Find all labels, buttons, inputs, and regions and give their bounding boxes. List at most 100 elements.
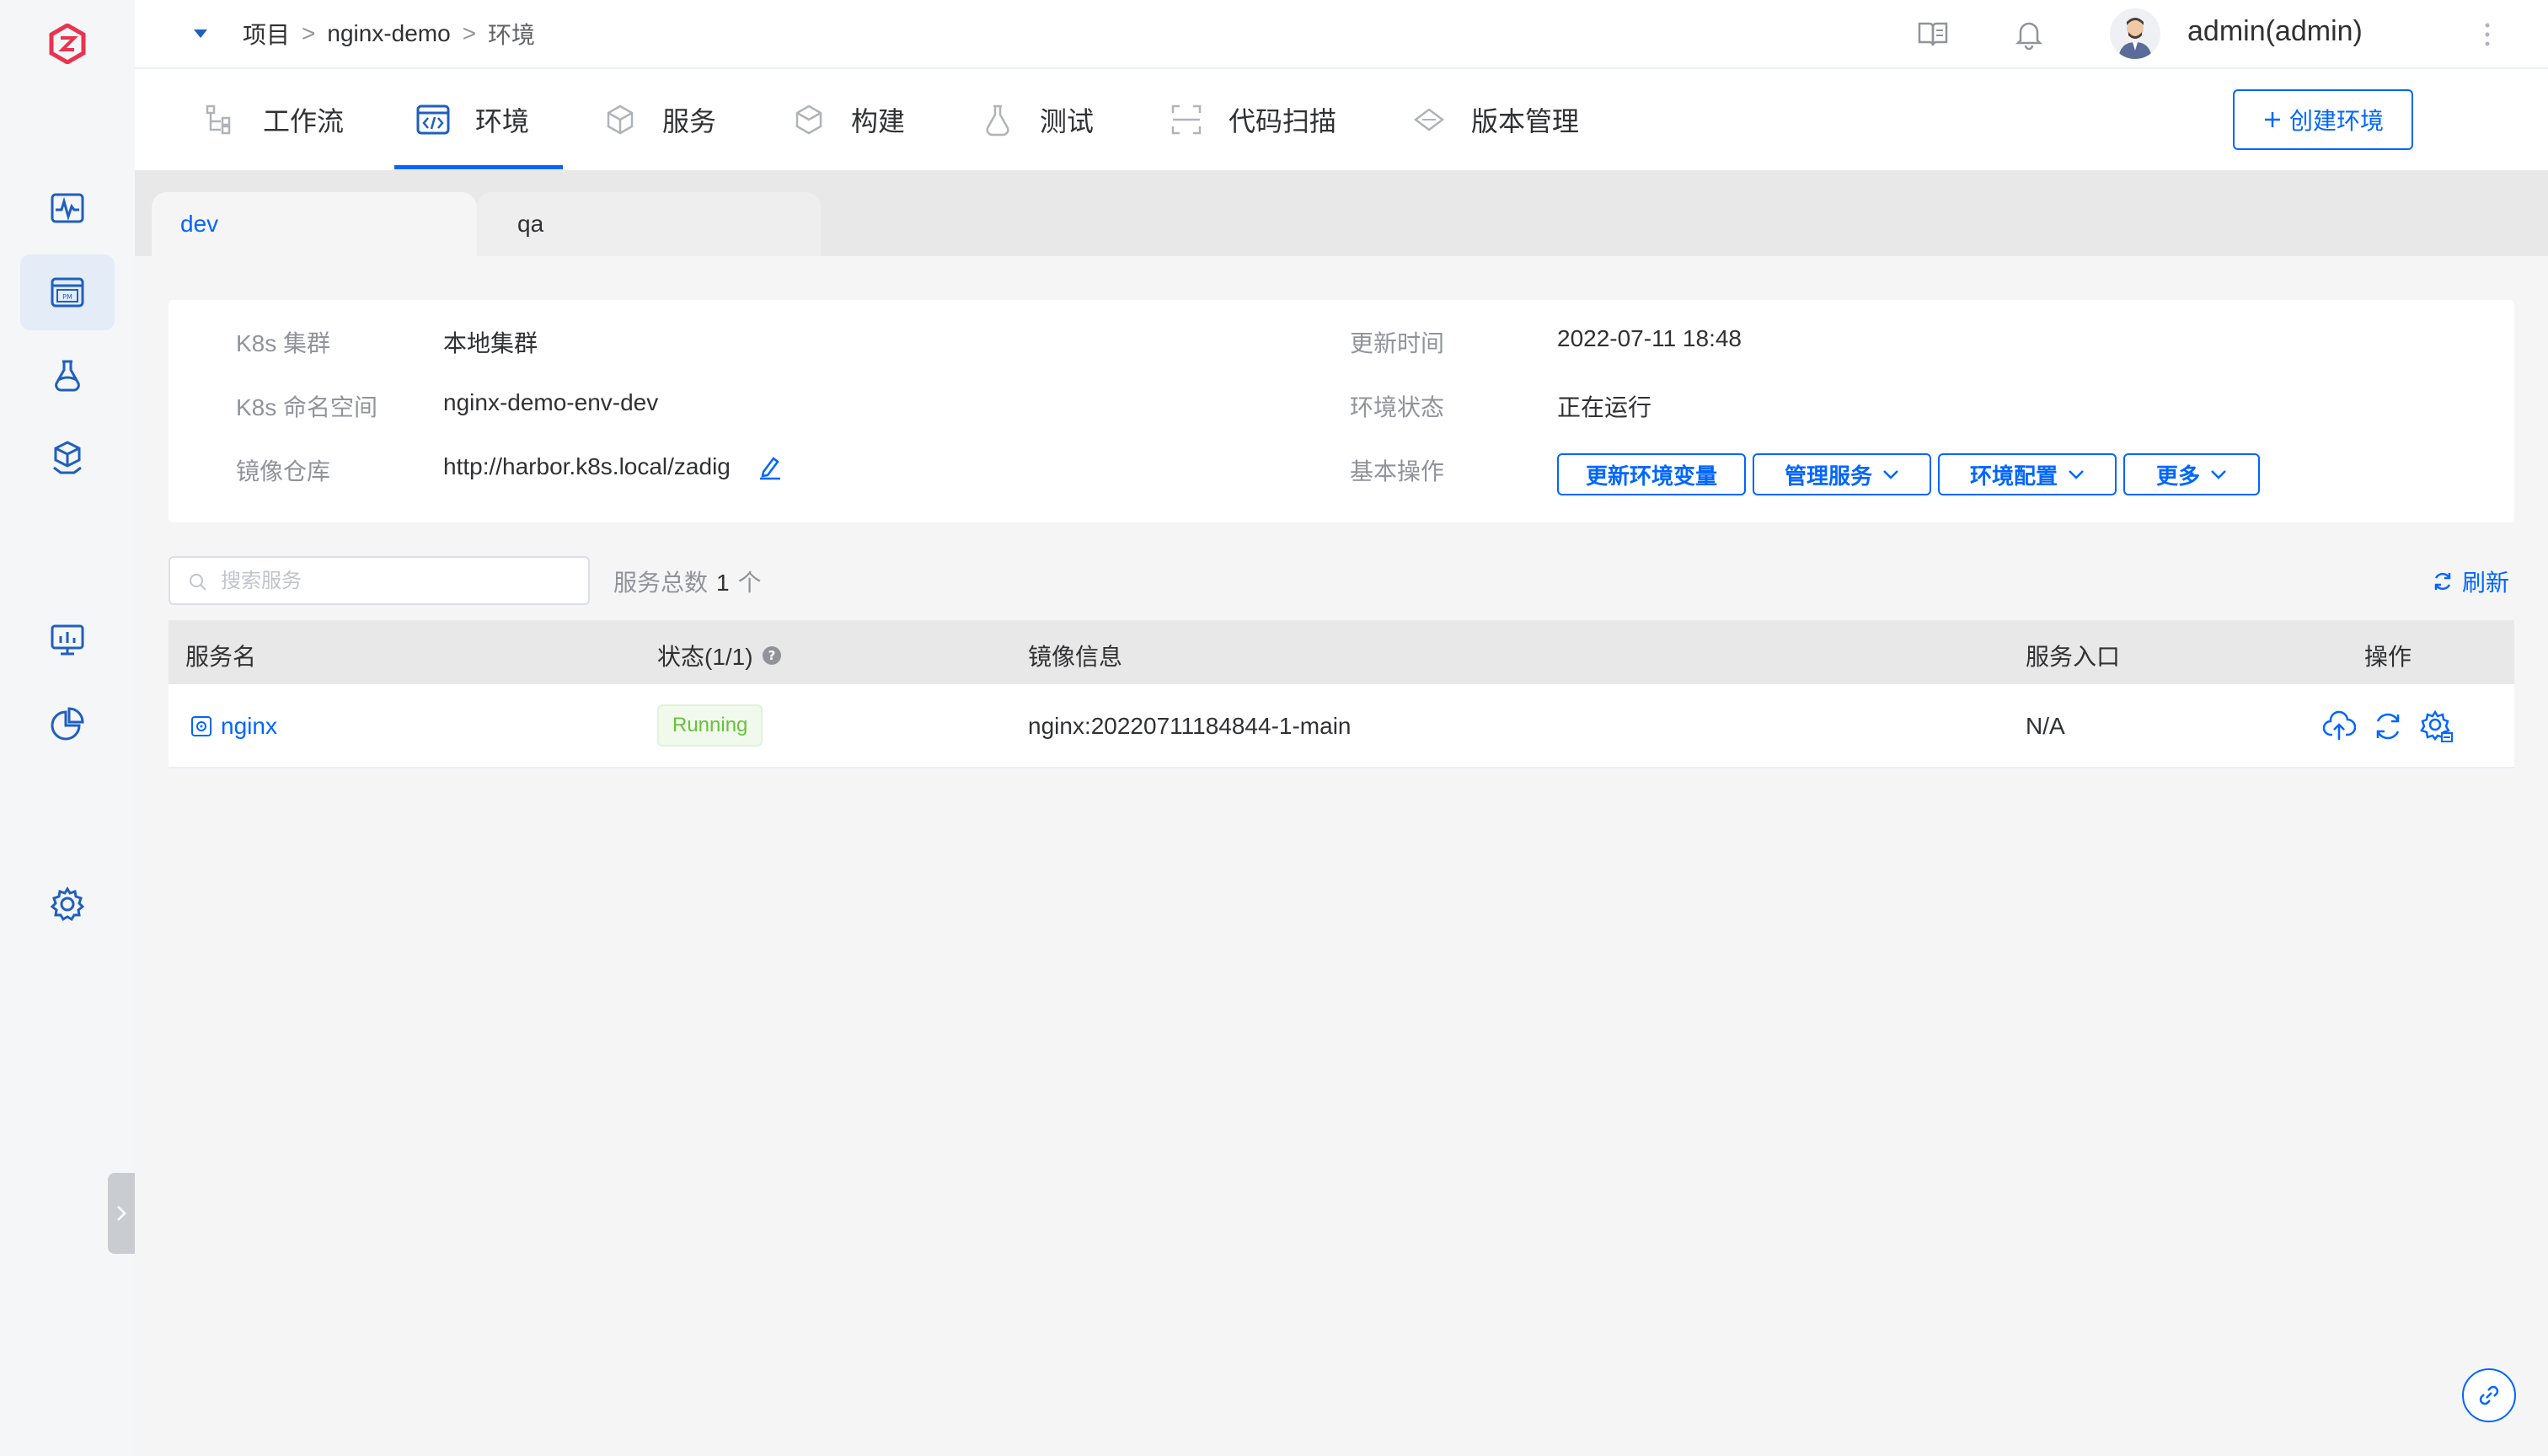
tab-label: 版本管理 — [1471, 106, 1580, 136]
top-header: 项目 > nginx-demo > 环境 admin(admin) — [135, 0, 2548, 69]
sidebar-item-insight[interactable] — [20, 602, 115, 677]
restart-icon[interactable] — [2371, 709, 2405, 743]
registry-value: http://harbor.k8s.local/zadig — [443, 453, 731, 479]
chevron-down-icon — [1882, 469, 1899, 479]
updated-label: 更新时间 — [1350, 330, 1445, 356]
breadcrumb-project[interactable]: nginx-demo — [327, 20, 450, 47]
more-vertical-icon[interactable] — [2481, 20, 2494, 49]
column-header-entry: 服务入口 — [2026, 644, 2121, 670]
docs-book-icon[interactable] — [1916, 17, 1950, 51]
cluster-label: K8s 集群 — [236, 330, 331, 356]
column-header-name: 服务名 — [185, 644, 257, 670]
plus-icon — [2262, 110, 2283, 130]
create-environment-label: 创建环境 — [2288, 108, 2384, 134]
package-hand-icon — [49, 439, 86, 476]
avatar[interactable] — [2110, 8, 2160, 59]
tab-label: 测试 — [1040, 106, 1095, 136]
column-header-image: 镜像信息 — [1028, 644, 1123, 670]
service-search — [169, 556, 590, 605]
refresh-label: 刷新 — [2462, 570, 2510, 596]
basic-ops-label: 基本操作 — [1350, 458, 1445, 484]
bell-icon[interactable] — [2012, 17, 2046, 51]
gear-icon — [49, 886, 86, 923]
service-entry: N/A — [2026, 713, 2065, 739]
dashboard-chart-icon — [49, 621, 86, 658]
flask-icon — [49, 356, 86, 393]
update-env-vars-label: 更新环境变量 — [1585, 463, 1717, 489]
tab-version[interactable]: 版本管理 — [1410, 69, 1579, 170]
column-header-status: 状态(1/1) ? — [657, 639, 782, 672]
tab-environment[interactable]: 环境 — [415, 69, 529, 170]
env-status-value: 正在运行 — [1557, 394, 1652, 420]
services-table: 服务名 状态(1/1) ? 镜像信息 服务入口 操作 nginx Running… — [169, 620, 2514, 768]
left-sidebar: PM — [0, 0, 135, 1456]
namespace-value: nginx-demo-env-dev — [443, 389, 659, 415]
project-nav: 工作流 环境 服务 构建 测试 代码扫描 版本管理 创建环境 — [135, 69, 2548, 170]
workflow-icon — [202, 101, 239, 138]
service-name-link[interactable]: nginx — [190, 713, 277, 740]
sidebar-item-testing[interactable] — [20, 337, 115, 413]
link-chain-icon — [2476, 1383, 2502, 1408]
caret-down-icon[interactable] — [190, 25, 211, 42]
cluster-value: 本地集群 — [443, 330, 538, 356]
cloud-upload-icon[interactable] — [2322, 709, 2356, 743]
tab-workflow[interactable]: 工作流 — [202, 69, 344, 170]
pie-chart-icon — [49, 705, 86, 742]
floating-link-button[interactable] — [2462, 1368, 2516, 1422]
version-diamond-icon — [1410, 101, 1448, 138]
env-config-dropdown[interactable]: 环境配置 — [1938, 453, 2117, 495]
updated-value: 2022-07-11 18:48 — [1557, 325, 1742, 351]
sidebar-item-delivery[interactable] — [20, 420, 115, 495]
service-count-unit: 个 — [737, 570, 762, 596]
table-header: 服务名 状态(1/1) ? 镜像信息 服务入口 操作 — [169, 620, 2514, 684]
breadcrumb-root[interactable]: 项目 — [243, 17, 290, 51]
help-question-icon[interactable]: ? — [762, 645, 782, 666]
tab-code-scan[interactable]: 代码扫描 — [1168, 69, 1336, 170]
environment-tabs: dev qa — [135, 170, 2548, 256]
sidebar-item-projects[interactable]: PM — [20, 254, 115, 330]
breadcrumb-separator: > — [302, 20, 316, 46]
sidebar-item-monitor[interactable] — [20, 170, 115, 246]
column-header-actions: 操作 — [2364, 644, 2412, 670]
service-settings-icon — [190, 715, 212, 737]
chevron-down-icon — [2068, 469, 2085, 479]
tab-service[interactable]: 服务 — [602, 69, 716, 170]
more-label: 更多 — [2155, 463, 2200, 489]
table-row: nginx Running nginx:20220711184844-1-mai… — [169, 684, 2514, 768]
tab-build[interactable]: 构建 — [790, 69, 905, 170]
sidebar-expand-toggle[interactable] — [108, 1173, 135, 1254]
service-name: nginx — [221, 713, 277, 739]
refresh-button[interactable]: 刷新 — [2432, 565, 2509, 598]
tab-test[interactable]: 测试 — [979, 69, 1094, 170]
service-count: 服务总数 1 个 — [613, 565, 762, 598]
search-input[interactable] — [221, 566, 575, 597]
sidebar-item-settings[interactable] — [20, 866, 115, 942]
refresh-icon — [2432, 570, 2454, 592]
status-badge: Running — [657, 704, 763, 747]
svg-text:?: ? — [768, 648, 775, 663]
active-tab-indicator — [394, 165, 563, 169]
svg-text:PM: PM — [62, 293, 72, 301]
chevron-down-icon — [2210, 469, 2227, 479]
create-environment-button[interactable]: 创建环境 — [2233, 89, 2413, 150]
update-env-vars-button[interactable]: 更新环境变量 — [1557, 453, 1746, 495]
more-dropdown[interactable]: 更多 — [2123, 453, 2260, 495]
tab-label: 代码扫描 — [1228, 106, 1337, 136]
namespace-label: K8s 命名空间 — [236, 394, 378, 420]
service-cube-icon — [602, 101, 639, 138]
env-tab-dev[interactable]: dev — [152, 192, 477, 256]
service-config-gear-icon[interactable] — [2420, 709, 2454, 743]
edit-pencil-icon[interactable] — [757, 453, 784, 480]
manage-services-dropdown[interactable]: 管理服务 — [1753, 453, 1931, 495]
sidebar-item-statistics[interactable] — [20, 686, 115, 762]
zadig-logo-icon[interactable] — [49, 24, 86, 64]
env-config-label: 环境配置 — [1969, 463, 2058, 489]
image-info: nginx:20220711184844-1-main — [1028, 713, 1352, 739]
env-tab-qa[interactable]: qa — [477, 192, 821, 256]
env-status-label: 环境状态 — [1350, 394, 1445, 420]
breadcrumb: 项目 > nginx-demo > 环境 — [243, 17, 535, 51]
username[interactable]: admin(admin) — [2187, 15, 2363, 48]
tab-label: 构建 — [851, 106, 906, 136]
project-pm-icon: PM — [49, 274, 86, 311]
scan-frame-icon — [1168, 101, 1205, 138]
